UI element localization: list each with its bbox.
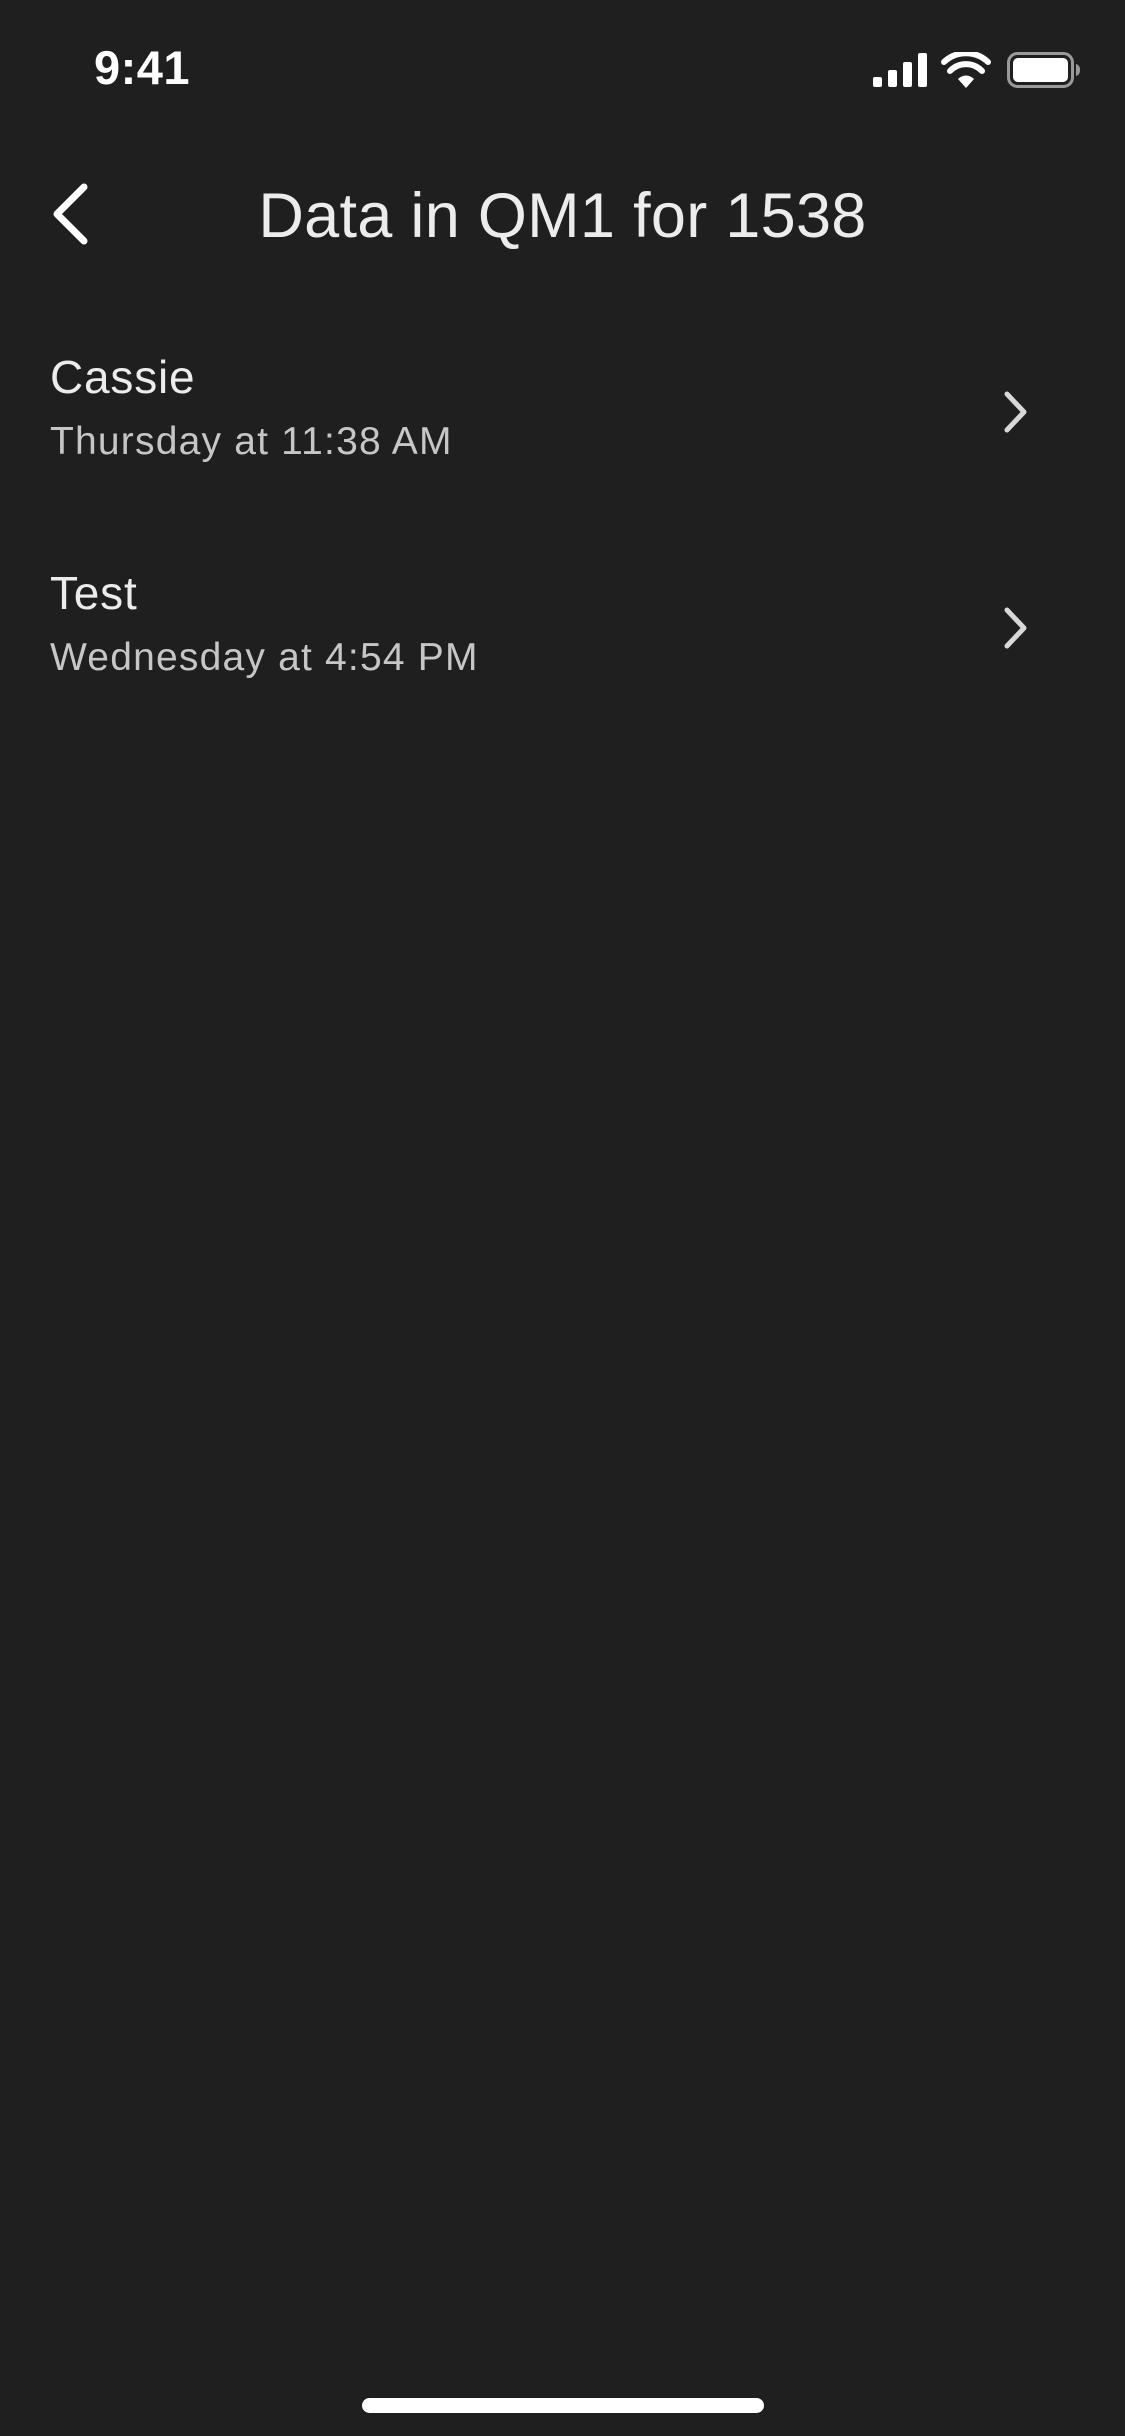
page-title: Data in QM1 for 1538 xyxy=(258,181,867,251)
list-item[interactable]: Cassie Thursday at 11:38 AM xyxy=(0,320,1125,536)
signal-icon xyxy=(873,53,927,87)
wifi-icon xyxy=(941,50,991,88)
status-time: 9:41 xyxy=(94,41,191,94)
entry-name: Test xyxy=(50,567,138,619)
chevron-right-icon xyxy=(1000,388,1030,436)
entry-list: Cassie Thursday at 11:38 AM Test Wednesd… xyxy=(0,320,1125,752)
entry-timestamp: Wednesday at 4:54 PM xyxy=(50,636,479,679)
status-icons xyxy=(873,50,1081,88)
list-item[interactable]: Test Wednesday at 4:54 PM xyxy=(0,536,1125,752)
entry-timestamp: Thursday at 11:38 AM xyxy=(50,420,453,463)
nav-bar: Data in QM1 for 1538 xyxy=(0,160,1125,274)
entry-name: Cassie xyxy=(50,351,196,403)
battery-icon xyxy=(1007,52,1081,88)
status-bar: 9:41 xyxy=(0,0,1125,132)
chevron-right-icon xyxy=(1000,604,1030,652)
home-indicator[interactable] xyxy=(362,2398,764,2413)
